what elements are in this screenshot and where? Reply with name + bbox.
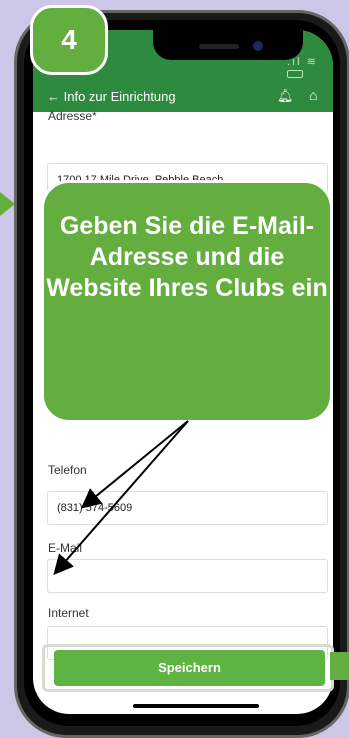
pointer-to-email [80, 420, 189, 509]
pointer-arrows [53, 420, 189, 576]
pointer-to-internet [53, 420, 189, 576]
